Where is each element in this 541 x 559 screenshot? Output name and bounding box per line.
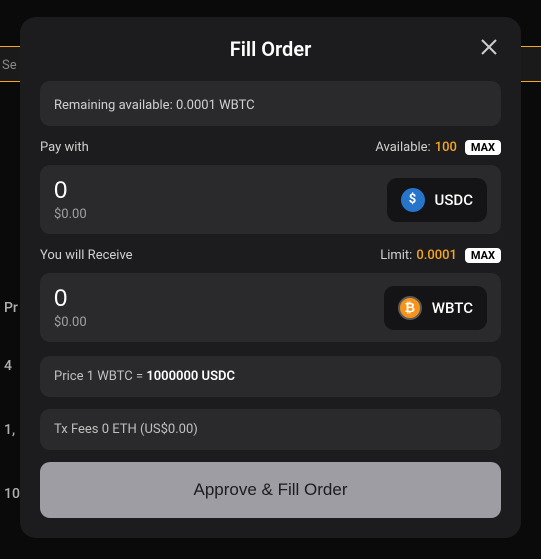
wbtc-icon: ₿: [398, 296, 422, 320]
fill-order-modal: Fill Order Remaining available: 0.0001 W…: [20, 17, 521, 538]
bg-search-hint: Se: [2, 58, 17, 73]
receive-input-box: $0.00 ₿ WBTC: [40, 273, 501, 342]
receive-usd-value: $0.00: [54, 315, 254, 330]
pay-with-label: Pay with: [40, 140, 89, 155]
price-value: 1000000 USDC: [146, 369, 235, 384]
usdc-icon: $: [401, 188, 425, 212]
receive-section: You will Receive Limit: 0.0001 MAX $0.00…: [40, 248, 501, 342]
modal-header: Fill Order: [40, 37, 501, 61]
bg-text-3: 1,: [4, 422, 15, 438]
pay-token-label: USDC: [435, 191, 473, 209]
fees-text: Tx Fees 0 ETH (US$0.00): [54, 422, 198, 437]
receive-token-label: WBTC: [432, 299, 473, 317]
fees-row: Tx Fees 0 ETH (US$0.00): [40, 409, 501, 450]
pay-usd-value: $0.00: [54, 207, 254, 222]
pay-max-button[interactable]: MAX: [465, 140, 501, 155]
receive-input-left: $0.00: [54, 285, 254, 330]
available-value: 100: [435, 140, 457, 155]
receive-header: You will Receive Limit: 0.0001 MAX: [40, 248, 501, 263]
pay-input-left: $0.00: [54, 177, 254, 222]
price-prefix: Price 1 WBTC =: [54, 369, 146, 384]
receive-max-button[interactable]: MAX: [465, 248, 501, 263]
receive-token-chip[interactable]: ₿ WBTC: [384, 286, 487, 330]
modal-title: Fill Order: [40, 37, 501, 61]
close-icon: [480, 38, 498, 56]
remaining-available-box: Remaining available: 0.0001 WBTC: [40, 81, 501, 126]
limit-value: 0.0001: [416, 248, 457, 263]
bg-text-2: 4: [4, 358, 12, 374]
approve-fill-button[interactable]: Approve & Fill Order: [40, 462, 501, 518]
pay-with-section: Pay with Available: 100 MAX $0.00 $ USDC: [40, 140, 501, 234]
available-label: Available:: [375, 140, 430, 155]
price-row: Price 1 WBTC = 1000000 USDC: [40, 356, 501, 397]
pay-token-chip[interactable]: $ USDC: [387, 178, 487, 222]
limit-label: Limit:: [380, 248, 412, 263]
pay-amount-input[interactable]: [54, 177, 254, 205]
pay-header: Pay with Available: 100 MAX: [40, 140, 501, 155]
receive-label: You will Receive: [40, 248, 133, 263]
receive-amount-input[interactable]: [54, 285, 254, 313]
bg-text-1: Pr: [4, 300, 18, 316]
bg-text-4: 10: [4, 486, 20, 502]
available-group: Available: 100 MAX: [375, 140, 501, 155]
close-button[interactable]: [477, 35, 501, 59]
remaining-available-text: Remaining available: 0.0001 WBTC: [54, 98, 255, 113]
pay-input-box: $0.00 $ USDC: [40, 165, 501, 234]
limit-group: Limit: 0.0001 MAX: [380, 248, 501, 263]
